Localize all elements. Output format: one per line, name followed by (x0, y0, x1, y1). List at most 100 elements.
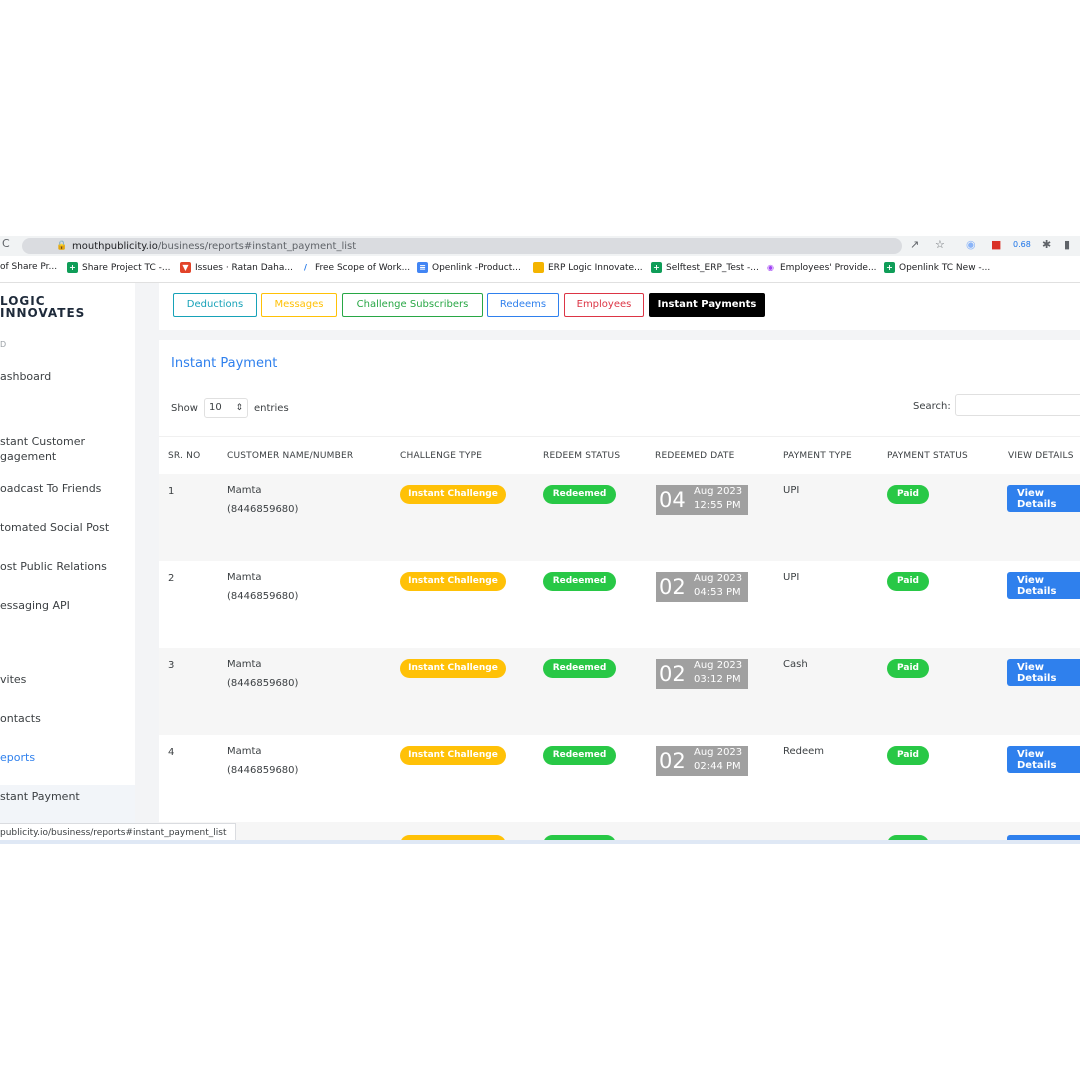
zoom-extension-icon[interactable]: 0.68 (1013, 238, 1031, 252)
sidebar-item-instant-customer[interactable]: stant Customer (0, 434, 85, 450)
sidebar-item-dashboard[interactable]: ashboard (0, 369, 51, 385)
bookmark-label: Selftest_ERP_Test -... (666, 262, 759, 273)
globe-icon: ◉ (765, 262, 776, 273)
reload-icon[interactable]: C (2, 237, 10, 250)
lock-icon: 🔒 (56, 241, 68, 251)
header-customer[interactable]: CUSTOMER NAME/NUMBER (227, 451, 353, 461)
omnibox[interactable]: 🔒 mouthpublicity.io/business/reports#ins… (22, 238, 902, 254)
tab-employees[interactable]: Employees (564, 293, 644, 317)
tab-challenge-subscribers[interactable]: Challenge Subscribers (342, 293, 483, 317)
logo-line-2: INNOVATES (0, 306, 86, 320)
header-redeem-status[interactable]: REDEEM STATUS (543, 451, 620, 461)
docs-icon: ≡ (417, 262, 428, 273)
horizontal-scrollbar[interactable] (0, 840, 1080, 844)
sr-no: 4 (168, 747, 175, 758)
tab-messages[interactable]: Messages (261, 293, 337, 317)
bookmark-5[interactable]: ERP Logic Innovate... (533, 262, 643, 273)
bookmark-1[interactable]: + Share Project TC -... (67, 262, 170, 273)
tab-deductions[interactable]: Deductions (173, 293, 257, 317)
customer-name: Mamta (227, 659, 262, 670)
screenshot-region: C 🔒 mouthpublicity.io/business/reports#i… (0, 236, 1080, 844)
bookmark-0[interactable]: of Share Pr... (0, 262, 57, 272)
bookmark-2[interactable]: ▼ Issues · Ratan Daha... (180, 262, 293, 273)
bookmark-label: Issues · Ratan Daha... (195, 262, 293, 273)
sr-no: 2 (168, 573, 175, 584)
header-sr-no[interactable]: SR. NO (168, 451, 200, 461)
date-month: Aug 2023 (694, 486, 743, 497)
customer-number: (8446859680) (227, 678, 299, 689)
logo[interactable]: LOGIC INNOVATES (0, 295, 85, 319)
sidebar-item-messaging-api[interactable]: essaging API (0, 598, 70, 614)
sidebar-item-instant-payment[interactable]: stant Payment (0, 789, 80, 805)
address-bar: C 🔒 mouthpublicity.io/business/reports#i… (0, 236, 1080, 256)
view-details-button[interactable]: View Details (1007, 746, 1080, 773)
sidebar-item-reports[interactable]: eports (0, 750, 35, 766)
entries-select[interactable]: 10 ⇕ (203, 398, 248, 418)
sidebar-item-instant-customer-line2[interactable]: gagement (0, 449, 56, 465)
sidebar-item-invites[interactable]: vites (0, 672, 26, 688)
challenge-type-badge: Instant Challenge (400, 485, 506, 504)
entries-label: entries (253, 402, 289, 414)
payment-status-badge: Paid (887, 746, 929, 765)
view-details-button[interactable]: View Details (1007, 572, 1080, 599)
bookmark-label: Openlink -Product... (432, 262, 521, 273)
bookmark-label: Openlink TC New -... (899, 262, 991, 273)
view-details-button[interactable]: View Details (1007, 485, 1080, 512)
redeemed-date: 02 Aug 2023 02:44 PM (656, 746, 748, 776)
header-payment-status[interactable]: PAYMENT STATUS (887, 451, 968, 461)
date-month: Aug 2023 (694, 660, 743, 671)
date-day: 02 (659, 662, 686, 686)
tab-redeems[interactable]: Redeems (487, 293, 559, 317)
bookmark-7[interactable]: ◉ Employees' Provide... (765, 262, 877, 273)
redeem-status-badge: Redeemed (543, 746, 616, 765)
payment-type: Cash (783, 659, 808, 670)
customer-number: (8446859680) (227, 504, 299, 515)
payment-status-badge: Paid (887, 485, 929, 504)
date-time: 03:12 PM (694, 674, 741, 685)
sidepanel-icon[interactable]: ▮ (1064, 238, 1070, 252)
customer-name: Mamta (227, 485, 262, 496)
sidebar-item-automated-social-post[interactable]: tomated Social Post (0, 520, 109, 536)
page-title: Instant Payment (171, 356, 278, 371)
challenge-type-badge: Instant Challenge (400, 572, 506, 591)
extension-c-icon[interactable]: ◉ (966, 238, 976, 252)
puzzle-icon[interactable]: ✱ (1042, 238, 1051, 252)
search-label: Search: (913, 401, 951, 412)
star-icon[interactable]: ☆ (935, 238, 945, 252)
bookmark-8[interactable]: + Openlink TC New -... (884, 262, 990, 273)
date-time: 04:53 PM (694, 587, 741, 598)
share-icon[interactable]: ↗ (910, 238, 919, 252)
payment-type: UPI (783, 485, 800, 496)
header-view-details[interactable]: VIEW DETAILS (1008, 451, 1074, 461)
date-time: 02:44 PM (694, 761, 741, 772)
bookmark-6[interactable]: + Selftest_ERP_Test -... (651, 262, 759, 273)
sidebar-item-broadcast[interactable]: oadcast To Friends (0, 481, 101, 497)
pdf-extension-icon[interactable]: ■ (991, 238, 1001, 252)
sidebar-item-boost-pr[interactable]: ost Public Relations (0, 559, 107, 575)
redeemed-date: 02 Aug 2023 03:12 PM (656, 659, 748, 689)
customer-number: (8446859680) (227, 591, 299, 602)
header-payment-type[interactable]: PAYMENT TYPE (783, 451, 852, 461)
bookmark-3[interactable]: / Free Scope of Work... (300, 262, 410, 273)
sheets-icon: + (884, 262, 895, 273)
feather-icon: / (300, 262, 311, 273)
date-time: 12:55 PM (694, 500, 741, 511)
date-day: 02 (659, 749, 686, 773)
customer-name: Mamta (227, 572, 262, 583)
payment-status-badge: Paid (887, 659, 929, 678)
header-redeemed-date[interactable]: REDEEMED DATE (655, 451, 735, 461)
url-text: mouthpublicity.io/business/reports#insta… (72, 241, 356, 252)
view-details-button[interactable]: View Details (1007, 659, 1080, 686)
tab-instant-payments[interactable]: Instant Payments (649, 293, 765, 317)
customer-name: Mamta (227, 746, 262, 757)
sr-no: 3 (168, 660, 175, 671)
bookmark-4[interactable]: ≡ Openlink -Product... (417, 262, 521, 273)
bookmark-label: Free Scope of Work... (315, 262, 411, 273)
url-path: /business/reports#instant_payment_list (157, 241, 357, 252)
date-day: 04 (659, 488, 686, 512)
header-challenge-type[interactable]: CHALLENGE TYPE (400, 451, 482, 461)
sidebar-item-contacts[interactable]: ontacts (0, 711, 41, 727)
chevron-updown-icon: ⇕ (235, 403, 243, 413)
search-input[interactable] (955, 394, 1080, 416)
table-row: 3 Mamta (8446859680) Instant Challenge R… (159, 648, 1080, 735)
